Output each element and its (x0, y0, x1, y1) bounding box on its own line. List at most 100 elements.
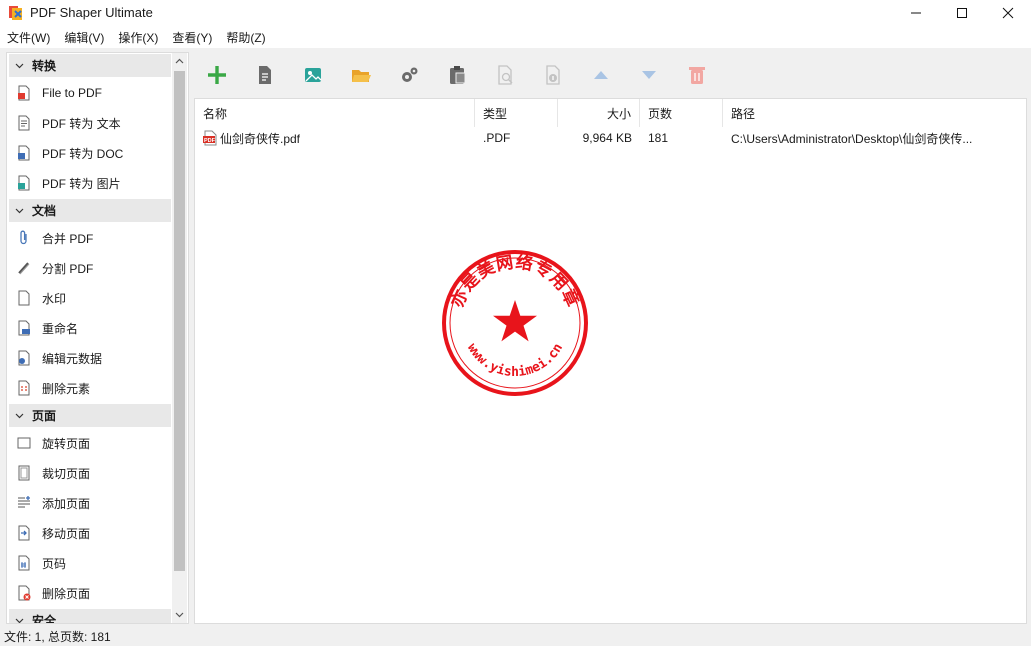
move-page-icon (18, 525, 30, 541)
move-down-icon (642, 71, 656, 79)
page-number-icon (18, 555, 30, 571)
sidebar-item-file-to-pdf[interactable]: File to PDF (7, 78, 173, 108)
close-button[interactable] (985, 0, 1031, 26)
add-icon (208, 66, 226, 84)
column-header-type[interactable]: 类型 (475, 99, 558, 127)
rotate-page-icon (17, 437, 31, 449)
sidebar-item-label: 分割 PDF (42, 261, 94, 276)
preview-button[interactable] (481, 56, 529, 94)
list-header: 名称 类型 大小 页数 路径 (195, 99, 1026, 127)
sidebar-item-move-pages[interactable]: 移动页面 (7, 518, 173, 548)
info-icon (546, 65, 560, 85)
stamp-bottom-text: www.yishimei.cn (464, 341, 566, 380)
close-icon (1002, 7, 1014, 19)
split-icon (18, 262, 30, 275)
watermark-icon (18, 290, 30, 306)
move-down-button[interactable] (625, 56, 673, 94)
sidebar-item-split-pdf[interactable]: 分割 PDF (7, 253, 173, 283)
file-to-pdf-icon (18, 85, 30, 101)
image-icon (305, 68, 322, 82)
minimize-button[interactable] (893, 0, 939, 26)
section-pages[interactable]: 页面 (9, 404, 171, 427)
sidebar-item-label: PDF 转为 DOC (42, 146, 124, 161)
cell-type: .PDF (483, 131, 511, 145)
menu-view[interactable]: 查看(Y) (172, 29, 212, 46)
menu-operations[interactable]: 操作(X) (118, 29, 158, 46)
menu-edit[interactable]: 编辑(V) (64, 29, 104, 46)
crop-page-icon (18, 465, 30, 481)
star-icon (493, 300, 537, 342)
cell-name: PDF 仙剑奇侠传.pdf (195, 127, 475, 149)
section-document[interactable]: 文档 (9, 199, 171, 222)
minimize-icon (911, 12, 921, 14)
column-header-pages[interactable]: 页数 (640, 99, 723, 127)
sidebar-item-edit-metadata[interactable]: 编辑元数据 (7, 343, 173, 373)
sidebar-item-crop-pages[interactable]: 裁切页面 (7, 458, 173, 488)
settings-button[interactable] (385, 56, 433, 94)
status-bar: 文件: 1, 总页数: 181 (0, 626, 1031, 646)
paperclip-icon (20, 230, 27, 245)
sidebar-item-pdf-to-doc[interactable]: PDF 转为 DOC (7, 138, 173, 168)
open-folder-button[interactable] (337, 56, 385, 94)
image-button[interactable] (289, 56, 337, 94)
pdf-to-text-icon (18, 115, 30, 131)
watermark-stamp: 亦是美网络专用章 www.yishimei.cn (442, 250, 588, 396)
column-header-size[interactable]: 大小 (558, 99, 640, 127)
pdf-file-icon: PDF (203, 130, 217, 146)
sidebar-item-rotate-pages[interactable]: 旋转页面 (7, 428, 173, 458)
add-files-button[interactable] (193, 56, 241, 94)
menu-help[interactable]: 帮助(Z) (226, 29, 265, 46)
sidebar-item-add-pages[interactable]: 添加页面 (7, 488, 173, 518)
sidebar-item-label: File to PDF (42, 86, 103, 100)
sidebar-item-rename[interactable]: 重命名 (7, 313, 173, 343)
sidebar-item-label: 页码 (42, 556, 67, 571)
scrollbar-thumb[interactable] (174, 71, 185, 571)
info-button[interactable] (529, 56, 577, 94)
scroll-up-icon[interactable] (175, 57, 184, 66)
section-security[interactable]: 安全 (9, 609, 171, 624)
document-button[interactable] (241, 56, 289, 94)
cell-size: 9,964 KB (582, 131, 632, 145)
sidebar-item-pdf-to-image[interactable]: PDF 转为 图片 (7, 168, 173, 198)
scroll-down-icon[interactable] (175, 610, 184, 619)
sidebar-item-delete-pages[interactable]: 删除页面 (7, 578, 173, 608)
title-bar: PDF Shaper Ultimate (0, 0, 1031, 26)
section-label: 文档 (32, 204, 57, 218)
table-row[interactable]: PDF 仙剑奇侠传.pdf .PDF 9,964 KB 181 C:\Users… (195, 127, 1026, 149)
clipboard-button[interactable] (433, 56, 481, 94)
file-name: 仙剑奇侠传.pdf (220, 131, 301, 146)
menu-file[interactable]: 文件(W) (7, 29, 50, 46)
sidebar-item-remove-elements[interactable]: 删除元素 (7, 373, 173, 403)
sidebar-item-watermark[interactable]: 水印 (7, 283, 173, 313)
app-icon (9, 6, 22, 20)
maximize-icon (957, 8, 967, 18)
sidebar-item-pdf-to-text[interactable]: PDF 转为 文本 (7, 108, 173, 138)
column-header-name[interactable]: 名称 (195, 99, 475, 127)
remove-elements-icon (18, 380, 30, 396)
section-label: 安全 (32, 614, 57, 624)
section-convert[interactable]: 转换 (9, 54, 171, 77)
toolbar (193, 56, 1029, 94)
delete-icon (689, 67, 705, 84)
menu-bar: 文件(W) 编辑(V) 操作(X) 查看(Y) 帮助(Z) (0, 26, 1031, 48)
sidebar: 转换 File to PDF PDF 转为 文本 PDF 转为 DOC PDF … (6, 52, 189, 624)
chevron-down-icon (15, 413, 24, 419)
sidebar-item-page-numbers[interactable]: 页码 (7, 548, 173, 578)
chevron-down-icon (15, 208, 24, 214)
maximize-button[interactable] (939, 0, 985, 26)
delete-button[interactable] (673, 56, 721, 94)
section-label: 页面 (32, 409, 57, 423)
sidebar-item-label: 编辑元数据 (42, 351, 103, 366)
chevron-down-icon (15, 63, 24, 69)
sidebar-item-label: 裁切页面 (42, 466, 91, 481)
add-page-icon (18, 496, 30, 508)
column-header-path[interactable]: 路径 (723, 99, 1026, 127)
sidebar-scrollbar[interactable] (172, 53, 187, 623)
move-up-icon (594, 71, 608, 79)
search-document-icon (498, 65, 513, 85)
move-up-button[interactable] (577, 56, 625, 94)
rename-icon (18, 320, 30, 336)
sidebar-item-merge-pdf[interactable]: 合并 PDF (7, 223, 173, 253)
pdf-to-image-icon (18, 175, 30, 191)
pdf-to-doc-icon (18, 145, 30, 161)
